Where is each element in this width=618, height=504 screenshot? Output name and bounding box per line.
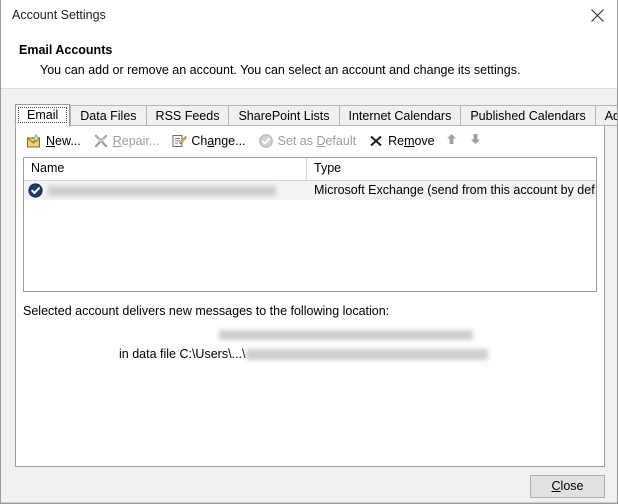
tab-address-books-label: Address Books (604, 109, 617, 123)
account-type-cell: Microsoft Exchange (send from this accou… (314, 183, 596, 197)
bottom-divider (1, 502, 617, 503)
window-title: Account Settings (12, 8, 106, 22)
tab-data-files-label: Data Files (80, 109, 137, 123)
account-list-header: Name Type (24, 158, 596, 181)
tab-rss-feeds-label: RSS Feeds (155, 109, 220, 123)
delivery-data-file-redacted (246, 348, 489, 360)
delivery-location-section: Selected account delivers new messages t… (23, 304, 597, 361)
set-as-default-button[interactable]: Set as Default (253, 130, 362, 152)
tab-email[interactable]: Email (15, 104, 71, 127)
column-header-name[interactable]: Name (24, 158, 307, 180)
account-toolbar: New... Repair... Change... Set as Defaul… (16, 126, 604, 155)
delivery-location-value (219, 330, 597, 340)
set-as-default-label: Set as Default (277, 133, 357, 148)
account-list[interactable]: Name Type Microsoft Exchange (send from … (23, 157, 597, 292)
change-account-button[interactable]: Change... (166, 130, 250, 152)
set-default-check-icon (258, 133, 274, 149)
move-down-button[interactable] (466, 130, 486, 152)
tab-internet-calendars-label: Internet Calendars (348, 109, 452, 123)
new-account-label: New... (46, 133, 81, 148)
delivery-location-label: Selected account delivers new messages t… (23, 304, 390, 318)
email-tab-panel: New... Repair... Change... Set as Defaul… (15, 125, 605, 467)
account-name-cell (24, 181, 307, 200)
close-button[interactable]: Close (530, 475, 605, 498)
repair-wrench-icon (93, 133, 109, 149)
new-account-button[interactable]: New... (21, 130, 86, 152)
change-account-label: Change... (191, 133, 246, 148)
window-close-icon[interactable] (575, 0, 617, 31)
tab-sharepoint-lists[interactable]: SharePoint Lists (228, 105, 339, 126)
column-header-type[interactable]: Type (307, 158, 596, 180)
remove-account-button[interactable]: Remove (363, 130, 440, 152)
table-row[interactable]: Microsoft Exchange (send from this accou… (24, 181, 596, 200)
title-bar: Account Settings (1, 0, 617, 31)
tab-rss-feeds[interactable]: RSS Feeds (145, 105, 229, 126)
tab-address-books[interactable]: Address Books (594, 105, 617, 126)
dialog-body: Email Data Files RSS Feeds SharePoint Li… (1, 89, 617, 503)
account-name-redacted (48, 185, 276, 196)
tab-internet-calendars[interactable]: Internet Calendars (338, 105, 461, 126)
header-title: Email Accounts (19, 43, 113, 57)
tab-published-calendars-label: Published Calendars (470, 109, 586, 123)
remove-account-label: Remove (388, 133, 435, 148)
delivery-data-file-row: in data file C:\Users\...\ (119, 347, 597, 361)
account-settings-dialog: Account Settings Email Accounts You can … (0, 0, 618, 504)
arrow-down-icon (470, 133, 481, 148)
repair-account-button[interactable]: Repair... (88, 130, 165, 152)
change-account-icon (171, 133, 188, 149)
arrow-up-icon (446, 133, 457, 148)
tab-published-calendars[interactable]: Published Calendars (460, 105, 595, 126)
tab-strip: Email Data Files RSS Feeds SharePoint Li… (15, 104, 617, 127)
repair-account-label: Repair... (112, 133, 160, 148)
delivery-location-redacted (219, 330, 473, 340)
dialog-footer: Close (1, 467, 617, 503)
delivery-data-file-prefix: in data file C:\Users\...\ (119, 347, 246, 361)
remove-x-icon (368, 133, 384, 149)
new-account-envelope-icon (26, 133, 42, 149)
tab-email-label: Email (27, 108, 59, 122)
tab-data-files[interactable]: Data Files (70, 105, 146, 126)
default-account-check-icon (28, 183, 43, 198)
move-up-button[interactable] (442, 130, 462, 152)
header-subtitle: You can add or remove an account. You ca… (40, 63, 521, 77)
dialog-header: Email Accounts You can add or remove an … (1, 31, 617, 89)
tab-sharepoint-lists-label: SharePoint Lists (238, 109, 330, 123)
